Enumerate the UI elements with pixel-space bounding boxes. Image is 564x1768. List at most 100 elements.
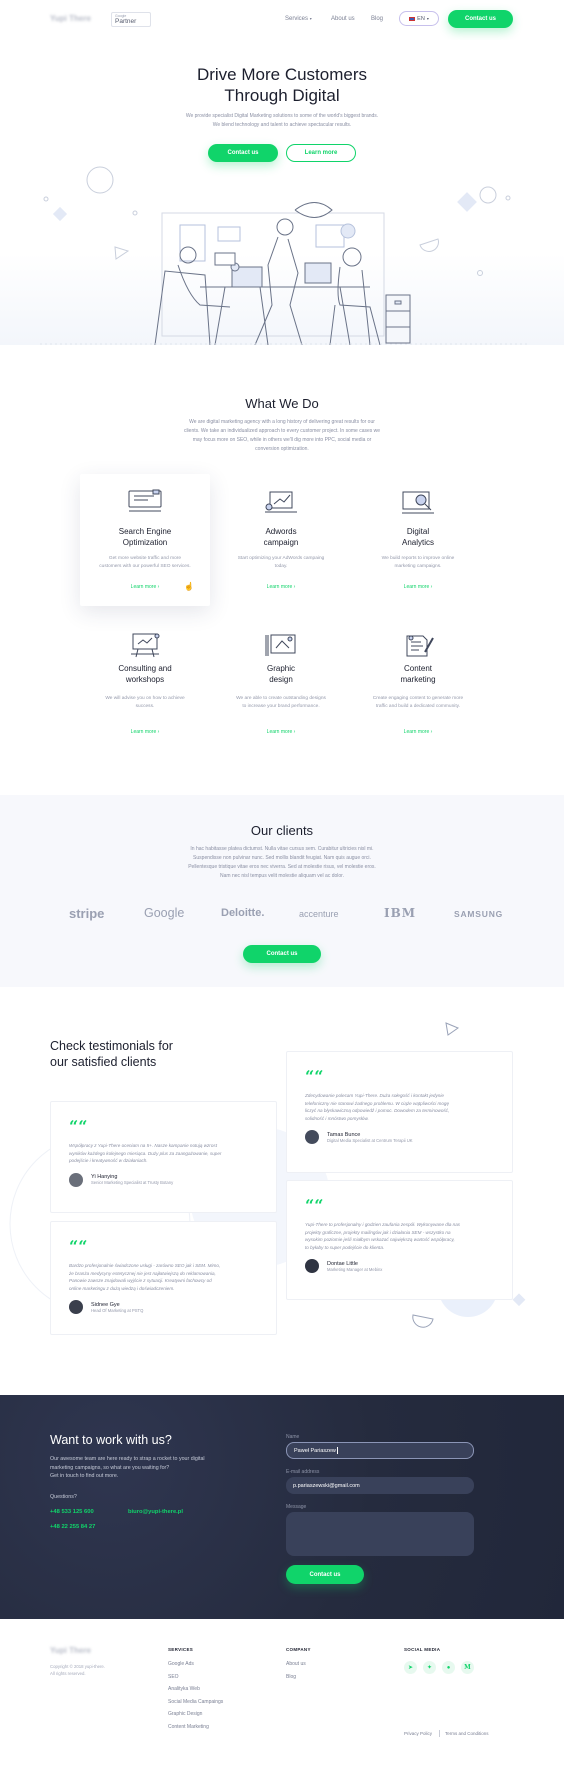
language-select[interactable]: EN ▾ [399, 11, 439, 26]
footer-link[interactable]: SEO [168, 1674, 223, 1680]
service-content-desc: Create engaging content to generate more… [372, 696, 464, 709]
logo-deloitte: Deloitte. [221, 907, 265, 919]
footer-link[interactable]: Analityka Web [168, 1686, 223, 1692]
message-label: Message [286, 1504, 307, 1510]
quote-icon: ““ [305, 1067, 324, 1086]
name-field[interactable]: Paweł Pariaszew [286, 1442, 474, 1459]
testimonials-section: Check testimonials for our satisfied cli… [0, 987, 564, 1395]
footer-services-list: Google Ads SEO Analityka Web Social Medi… [168, 1661, 223, 1736]
email-label: E-mail address [286, 1469, 320, 1475]
what-we-do-title: What We Do [245, 396, 319, 411]
service-analytics[interactable]: Digital Analytics We build reports to imp… [353, 474, 483, 606]
footer-link[interactable]: About us [286, 1661, 306, 1667]
footer-link[interactable]: Google Ads [168, 1661, 223, 1667]
terms-link[interactable]: Terms and Conditions [445, 1731, 489, 1736]
chevron-right-icon: › [157, 584, 160, 590]
nav-services[interactable]: Services ▾ [285, 16, 312, 22]
service-seo-title: Search Engine Optimization [118, 527, 172, 547]
testimonial-text: Współpracy z Yupi-There oceniam na 5+. N… [69, 1143, 222, 1163]
contact-desc-line: marketing campaigns, so what are you wai… [50, 1464, 170, 1471]
service-graphic-desc: We are able to create outstanding design… [236, 696, 326, 709]
footer-copyright: Copyright © 2018 yupi-there. All rights … [50, 1663, 105, 1677]
testimonial-role: Marketing Manager at Mebinx [327, 1266, 383, 1272]
what-desc-line: may focus more on SEO, while in others w… [192, 437, 372, 443]
contact-submit-button[interactable]: Contact us [286, 1565, 364, 1584]
quote-icon: ““ [69, 1117, 88, 1136]
service-adwords-learn-more[interactable]: Learn more › [216, 584, 346, 590]
testimonials-title-line1: Check testimonials for [50, 1039, 173, 1053]
clients-desc-line: Nam nec nisl tempus velit molestie aliqu… [220, 873, 344, 879]
header-contact-button[interactable]: Contact us [448, 10, 513, 28]
logo-samsung: SAMSUNG [454, 909, 504, 919]
footer-brand-logo[interactable]: Yupi There [50, 1646, 91, 1655]
service-graphic-title: Graphic design [266, 664, 295, 684]
what-desc-line: clients. We take an individualized appro… [183, 428, 381, 434]
questions-label: Questions? [50, 1494, 77, 1500]
email-field[interactable]: p.pariaszewski@gmail.com [286, 1477, 474, 1494]
footer-link[interactable]: Graphic Design [168, 1711, 223, 1717]
telegram-icon[interactable]: ➤ [404, 1661, 417, 1674]
testimonial-card-yi: ““ Współpracy z Yupi-There oceniam na 5+… [50, 1101, 277, 1213]
analytics-icon [402, 491, 434, 514]
nav-blog[interactable]: Blog [371, 16, 383, 22]
reddit-icon[interactable]: ● [442, 1661, 455, 1674]
clients-desc-line: Suspendisse non pulvinar nunc. Sed molli… [193, 855, 371, 861]
footer-company-list: About us Blog [286, 1661, 306, 1686]
content-marketing-icon [406, 635, 434, 657]
testimonial-card-tamas: ““ Zdecydowanie polecam Yupi-There. Duża… [286, 1051, 513, 1173]
contact-description: Our awesome team are here ready to strap… [50, 1455, 205, 1481]
seo-icon [128, 489, 162, 512]
hero-desc-line2: We blend technology and talent to achiev… [212, 122, 352, 128]
logo-stripe: stripe [69, 906, 105, 921]
service-analytics-title: Digital Analytics [401, 527, 434, 547]
avatar [69, 1172, 83, 1187]
service-seo[interactable]: Search Engine Optimization Get more websi… [80, 474, 210, 606]
footer-link[interactable]: Content Marketing [168, 1724, 223, 1730]
service-analytics-learn-more[interactable]: Learn more › [353, 584, 483, 590]
medium-icon[interactable]: M [461, 1661, 474, 1674]
contact-desc-line: Get in touch to find out more. [50, 1473, 119, 1479]
clients-desc-line: In hac habitasse platea dictumst. Nulla … [190, 846, 374, 852]
service-analytics-desc: We build reports to improve online market… [381, 556, 455, 569]
phone-1-link[interactable]: +48 533 125 600 [50, 1509, 94, 1515]
footer-company-heading: COMPANY [286, 1647, 311, 1652]
hero-description: We provide specialist Digital Marketing … [0, 112, 564, 130]
testimonials-title: Check testimonials for our satisfied cli… [50, 1038, 173, 1070]
brand-logo[interactable]: Yupi There [50, 14, 91, 23]
services-grid: Search Engine Optimization Get more websi… [80, 474, 490, 764]
twitter-icon[interactable]: ✦ [423, 1661, 436, 1674]
footer: Yupi There Copyright © 2018 yupi-there. … [0, 1619, 564, 1768]
chevron-down-icon: ▾ [426, 16, 429, 21]
uk-flag-icon [409, 16, 416, 21]
footer-link[interactable]: Blog [286, 1674, 306, 1680]
testimonial-role: Digital Media Specialist at Centrum Tera… [327, 1137, 413, 1143]
service-consulting-learn-more[interactable]: Learn more › [80, 729, 210, 735]
service-graphic[interactable]: Graphic design We are able to create outs… [216, 622, 346, 754]
contact-desc-line: Our awesome team are here ready to strap… [50, 1456, 205, 1462]
hero-title-line1: Drive More Customers [196, 65, 368, 84]
email-link[interactable]: biuro@yupi-there.pl [128, 1509, 183, 1515]
hero-title-line2: Through Digital [224, 86, 340, 105]
nav-about[interactable]: About us [331, 16, 355, 22]
clients-contact-button[interactable]: Contact us [243, 945, 321, 963]
service-adwords-title: Adwords campaign [263, 527, 299, 547]
what-desc-line: conversion optimization. [255, 446, 309, 452]
service-graphic-learn-more[interactable]: Learn more › [216, 729, 346, 735]
cursor-pointer-icon: ☝ [184, 582, 194, 591]
chevron-right-icon: › [430, 584, 433, 590]
chevron-down-icon: ▾ [309, 16, 312, 21]
service-consulting-title: Consulting and workshops [118, 664, 172, 684]
phone-2-link[interactable]: +48 22 255 84 27 [50, 1524, 95, 1530]
chevron-right-icon: › [293, 584, 296, 590]
service-consulting[interactable]: Consulting and workshops We will advise y… [80, 622, 210, 754]
adwords-icon [265, 491, 297, 513]
privacy-policy-link[interactable]: Privacy Policy [404, 1731, 432, 1736]
message-field[interactable] [286, 1512, 474, 1556]
text-caret [336, 1447, 338, 1454]
clients-description: In hac habitasse platea dictumst. Nulla … [0, 845, 564, 881]
service-adwords[interactable]: Adwords campaign Start optimizing your Ad… [216, 474, 346, 606]
service-content-learn-more[interactable]: Learn more › [353, 729, 483, 735]
service-content[interactable]: Content marketing Create engaging content… [353, 622, 483, 754]
footer-link[interactable]: Social Media Campaings [168, 1699, 223, 1705]
social-icons: ➤ ✦ ● M [404, 1661, 474, 1674]
